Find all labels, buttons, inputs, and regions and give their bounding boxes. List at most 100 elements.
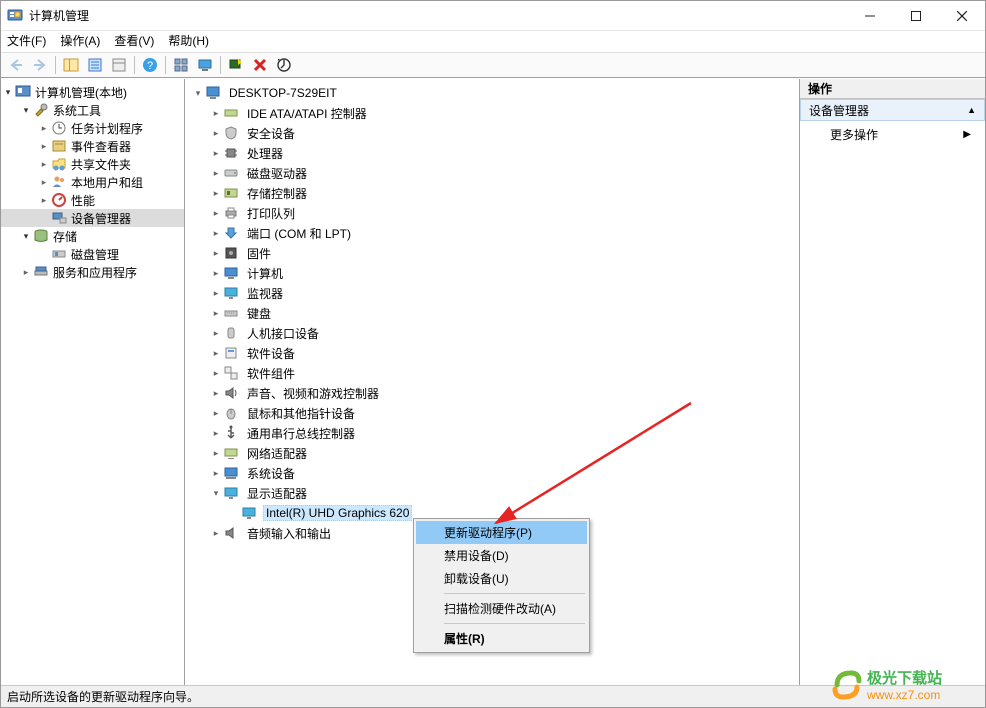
- actions-section[interactable]: 设备管理器 ▲: [800, 99, 985, 121]
- computer-icon-button[interactable]: [194, 54, 216, 76]
- device-disk-drives[interactable]: ▸磁盘驱动器: [191, 163, 799, 183]
- expander-icon[interactable]: ▸: [209, 126, 223, 140]
- device-label: 存储控制器: [245, 185, 309, 202]
- expander-icon[interactable]: ▾: [191, 86, 205, 100]
- ctx-properties[interactable]: 属性(R): [416, 627, 587, 650]
- device-print-queues[interactable]: ▸打印队列: [191, 203, 799, 223]
- back-button[interactable]: [5, 54, 27, 76]
- console-tree-panel[interactable]: ▾ 计算机管理(本地) ▾ 系统工具 ▸ 任务计划程序 ▸ 事件查看器 ▸ 共: [1, 79, 185, 685]
- forward-button[interactable]: [29, 54, 51, 76]
- close-button[interactable]: [939, 1, 985, 30]
- tree-shared-folders[interactable]: ▸ 共享文件夹: [1, 155, 184, 173]
- expander-icon[interactable]: ▸: [37, 139, 51, 153]
- device-keyboards[interactable]: ▸键盘: [191, 303, 799, 323]
- security-icon: [223, 125, 239, 141]
- expander-icon[interactable]: ▸: [209, 106, 223, 120]
- tree-device-manager[interactable]: 设备管理器: [1, 209, 184, 227]
- menu-file[interactable]: 文件(F): [7, 31, 46, 52]
- ctx-disable-device[interactable]: 禁用设备(D): [416, 544, 587, 567]
- device-display-adapters[interactable]: ▾显示适配器: [191, 483, 799, 503]
- expander-icon[interactable]: ▸: [209, 146, 223, 160]
- expander-icon[interactable]: ▸: [209, 426, 223, 440]
- ctx-scan-hardware[interactable]: 扫描检测硬件改动(A): [416, 597, 587, 620]
- ctx-update-driver[interactable]: 更新驱动程序(P): [416, 521, 587, 544]
- properties-button[interactable]: [84, 54, 106, 76]
- show-hide-tree-button[interactable]: [60, 54, 82, 76]
- expander-icon[interactable]: ▸: [37, 193, 51, 207]
- tree-disk-management[interactable]: 磁盘管理: [1, 245, 184, 263]
- device-mice[interactable]: ▸鼠标和其他指针设备: [191, 403, 799, 423]
- expander-icon[interactable]: ▸: [209, 346, 223, 360]
- firmware-icon: [223, 245, 239, 261]
- expander-icon[interactable]: ▸: [209, 326, 223, 340]
- expander-icon[interactable]: ▸: [209, 286, 223, 300]
- device-label: 软件组件: [245, 365, 297, 382]
- device-cpu[interactable]: ▸ 处理器: [191, 143, 799, 163]
- expander-icon[interactable]: ▸: [209, 266, 223, 280]
- expander-icon[interactable]: ▾: [19, 103, 33, 117]
- tree-local-users[interactable]: ▸ 本地用户和组: [1, 173, 184, 191]
- expander-icon[interactable]: ▸: [209, 406, 223, 420]
- device-network[interactable]: ▸网络适配器: [191, 443, 799, 463]
- device-software[interactable]: ▸ 软件设备: [191, 343, 799, 363]
- device-computer-root[interactable]: ▾ DESKTOP-7S29EIT: [191, 83, 799, 103]
- device-label: 软件设备: [245, 345, 297, 362]
- device-ide[interactable]: ▸IDE ATA/ATAPI 控制器: [191, 103, 799, 123]
- menu-view[interactable]: 查看(V): [114, 31, 154, 52]
- uninstall-button[interactable]: [249, 54, 271, 76]
- minimize-button[interactable]: [847, 1, 893, 30]
- tree-label: 服务和应用程序: [53, 264, 137, 281]
- expander-icon[interactable]: ▸: [19, 265, 33, 279]
- expander-icon[interactable]: ▸: [209, 386, 223, 400]
- device-ports[interactable]: ▸端口 (COM 和 LPT): [191, 223, 799, 243]
- menu-action[interactable]: 操作(A): [60, 31, 100, 52]
- detail-view-button[interactable]: [108, 54, 130, 76]
- device-hid[interactable]: ▸人机接口设备: [191, 323, 799, 343]
- device-sound[interactable]: ▸声音、视频和游戏控制器: [191, 383, 799, 403]
- device-computers[interactable]: ▸计算机: [191, 263, 799, 283]
- tree-label: 磁盘管理: [71, 246, 119, 263]
- device-firmware[interactable]: ▸固件: [191, 243, 799, 263]
- device-usb[interactable]: ▸通用串行总线控制器: [191, 423, 799, 443]
- expander-icon[interactable]: ▸: [209, 306, 223, 320]
- expander-icon[interactable]: ▸: [209, 466, 223, 480]
- expander-icon[interactable]: ▸: [209, 246, 223, 260]
- expander-icon[interactable]: ▸: [37, 175, 51, 189]
- expander-icon[interactable]: ▸: [209, 526, 223, 540]
- expander-icon[interactable]: ▾: [1, 85, 15, 99]
- ctx-uninstall-device[interactable]: 卸载设备(U): [416, 567, 587, 590]
- device-monitors[interactable]: ▸ 监视器: [191, 283, 799, 303]
- device-storage-controllers[interactable]: ▸ 存储控制器: [191, 183, 799, 203]
- expander-icon[interactable]: ▾: [19, 229, 33, 243]
- expander-icon[interactable]: ▸: [209, 446, 223, 460]
- expander-icon[interactable]: ▸: [37, 121, 51, 135]
- device-label: 监视器: [245, 285, 285, 302]
- tree-storage[interactable]: ▾ 存储: [1, 227, 184, 245]
- more-actions-item[interactable]: 更多操作 ▶: [800, 121, 985, 148]
- update-driver-button[interactable]: [273, 54, 295, 76]
- collapse-icon[interactable]: ▲: [967, 105, 976, 115]
- menu-help[interactable]: 帮助(H): [168, 31, 209, 52]
- tree-system-tools[interactable]: ▾ 系统工具: [1, 101, 184, 119]
- expander-icon[interactable]: ▾: [209, 486, 223, 500]
- tree-root[interactable]: ▾ 计算机管理(本地): [1, 83, 184, 101]
- expander-icon[interactable]: ▸: [209, 166, 223, 180]
- expander-icon[interactable]: ▸: [37, 157, 51, 171]
- expander-icon[interactable]: ▸: [209, 206, 223, 220]
- icon-view-button[interactable]: [170, 54, 192, 76]
- device-security[interactable]: ▸安全设备: [191, 123, 799, 143]
- maximize-button[interactable]: [893, 1, 939, 30]
- scan-hardware-button[interactable]: [225, 54, 247, 76]
- tree-task-scheduler[interactable]: ▸ 任务计划程序: [1, 119, 184, 137]
- device-system[interactable]: ▸系统设备: [191, 463, 799, 483]
- help-button[interactable]: ?: [139, 54, 161, 76]
- tree-event-viewer[interactable]: ▸ 事件查看器: [1, 137, 184, 155]
- tree-label: 计算机管理(本地): [35, 84, 127, 101]
- tree-performance[interactable]: ▸ 性能: [1, 191, 184, 209]
- expander-icon[interactable]: ▸: [209, 226, 223, 240]
- expander-icon[interactable]: ▸: [209, 366, 223, 380]
- device-software-components[interactable]: ▸ 软件组件: [191, 363, 799, 383]
- tree-services-apps[interactable]: ▸ 服务和应用程序: [1, 263, 184, 281]
- expander-icon[interactable]: ▸: [209, 186, 223, 200]
- device-label: 处理器: [245, 145, 285, 162]
